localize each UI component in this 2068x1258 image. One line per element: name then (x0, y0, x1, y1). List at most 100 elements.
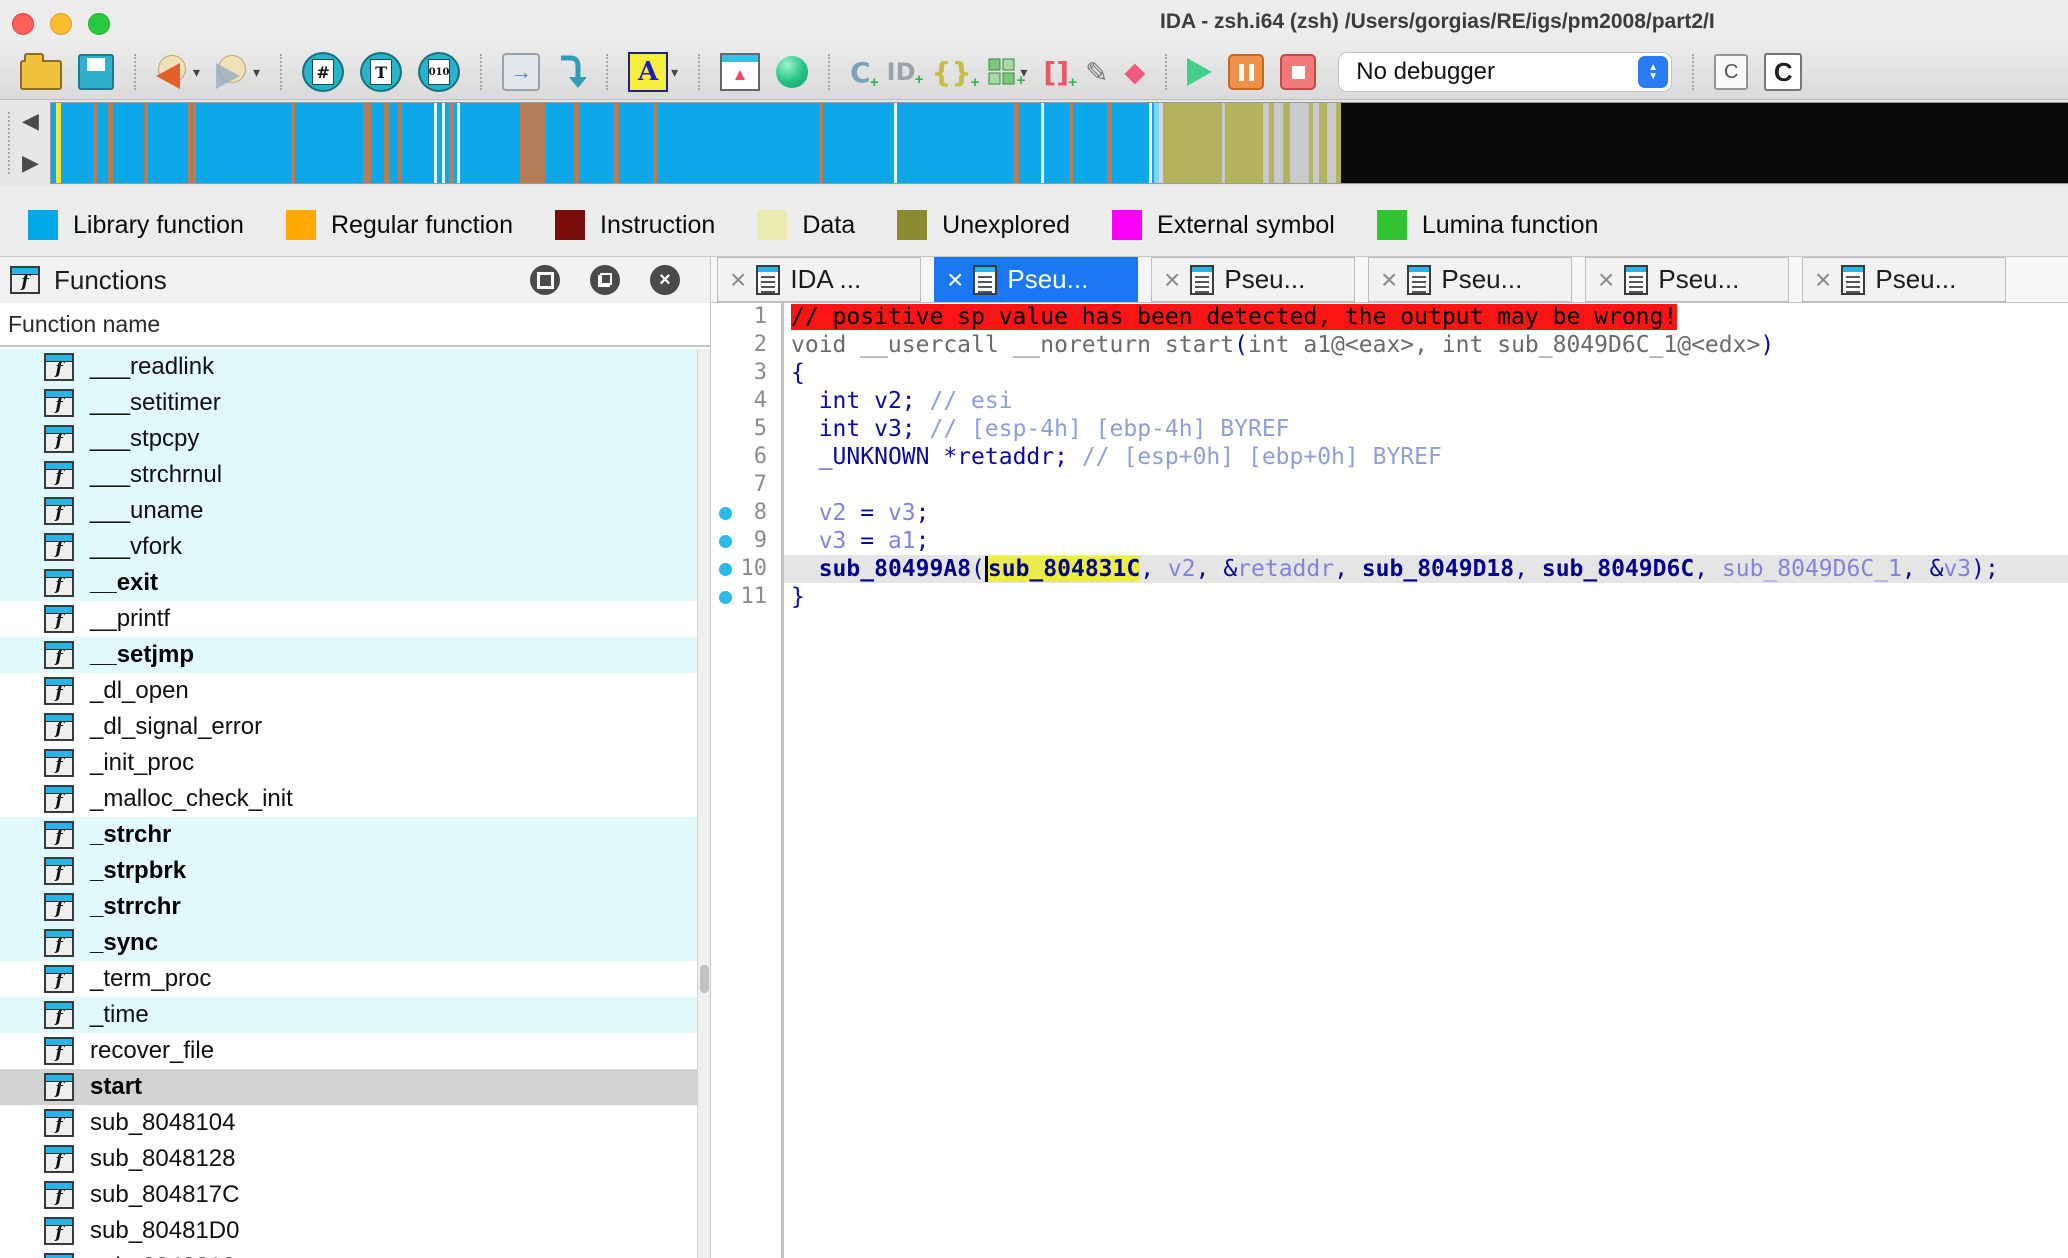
navband-segment[interactable] (520, 103, 546, 183)
navband-segment[interactable] (653, 103, 658, 183)
view-tab-0[interactable]: ×IDA ... (717, 257, 921, 302)
function-row[interactable]: f_strchr (0, 817, 697, 853)
dropdown-chevron-icon[interactable]: ▾ (193, 64, 200, 81)
code-line-text[interactable]: int v3; // [esp-4h] [ebp-4h] BYREF (784, 415, 2068, 443)
navband-segment[interactable] (1274, 103, 1283, 183)
code-line-text[interactable]: _UNKNOWN *retaddr; // [esp+0h] [ebp+0h] … (784, 443, 2068, 471)
view-tab-1[interactable]: ×Pseu... (934, 257, 1138, 302)
view-tab-4[interactable]: ×Pseu... (1585, 257, 1789, 302)
function-list-scrollbar[interactable] (697, 349, 711, 1258)
lumina-icon[interactable] (776, 50, 808, 94)
jump-binary-icon[interactable]: 010 (418, 50, 460, 94)
back-icon[interactable]: ▾ (156, 50, 200, 94)
navband-segment[interactable] (51, 103, 1159, 183)
navband-left-arrow-icon[interactable]: ◀ (22, 102, 48, 140)
function-row[interactable]: f_sync (0, 925, 697, 961)
function-row[interactable]: f_dl_signal_error (0, 709, 697, 745)
panel-close-button[interactable]: × (650, 265, 680, 295)
function-row[interactable]: fsub_8048104 (0, 1105, 697, 1141)
open-view-icon[interactable]: ▲ (720, 50, 760, 94)
navband-segment[interactable] (1163, 103, 1263, 183)
navband-segment[interactable] (398, 103, 402, 183)
navband-segment[interactable] (1013, 103, 1019, 183)
function-row[interactable]: f___vfork (0, 529, 697, 565)
close-window-button[interactable] (12, 13, 34, 35)
function-row[interactable]: fsub_804817C (0, 1177, 697, 1213)
navband-segment[interactable] (613, 103, 619, 183)
navband-segment[interactable] (457, 103, 460, 183)
jump-xref-icon[interactable] (556, 50, 586, 94)
navband-segment[interactable] (1283, 103, 1290, 183)
jump-name-icon[interactable]: T (360, 50, 402, 94)
navband-segment[interactable] (1341, 103, 2068, 183)
function-row[interactable]: fsub_80481D0 (0, 1213, 697, 1249)
function-row[interactable]: fstart (0, 1069, 697, 1105)
minimize-window-button[interactable] (50, 13, 72, 35)
navband-segment[interactable] (1149, 103, 1152, 183)
dropdown-chevron-icon[interactable]: ▾ (253, 64, 260, 81)
code-line-text[interactable]: void __usercall __noreturn start(int a1@… (784, 331, 2068, 359)
function-row[interactable]: f_strpbrk (0, 853, 697, 889)
rename-icon[interactable]: A▾ (628, 50, 678, 94)
function-name-column-header[interactable]: Function name (0, 303, 710, 347)
function-row[interactable]: fsub_8048212 (0, 1249, 697, 1258)
scrollbar-thumb[interactable] (700, 965, 709, 993)
code-line-text[interactable]: // positive sp value has been detected, … (784, 303, 2068, 331)
navband-segment[interactable] (1041, 103, 1044, 183)
code-line-text[interactable]: sub_80499A8(sub_804831C, v2, &retaddr, s… (784, 555, 2068, 583)
code-line-text[interactable]: int v2; // esi (784, 387, 2068, 415)
code-line-text[interactable]: } (784, 583, 2068, 611)
navigation-band[interactable] (50, 102, 2068, 184)
function-row[interactable]: frecover_file (0, 1033, 697, 1069)
navband-segment[interactable] (291, 103, 295, 183)
navband-segment[interactable] (1154, 103, 1159, 183)
function-row[interactable]: f___readlink (0, 349, 697, 385)
function-row[interactable]: fsub_8048128 (0, 1141, 697, 1177)
function-row[interactable]: f_dl_open (0, 673, 697, 709)
jump-operand-icon[interactable]: → (502, 50, 540, 94)
code-line-text[interactable]: v2 = v3; (784, 499, 2068, 527)
navband-right-arrow-icon[interactable]: ▶ (22, 144, 48, 182)
tab-close-icon[interactable]: × (1381, 266, 1397, 294)
quick-debug-icon[interactable]: C (1714, 50, 1748, 94)
view-tab-2[interactable]: ×Pseu... (1151, 257, 1355, 302)
navband-segment[interactable] (384, 103, 390, 183)
navband-segment[interactable] (144, 103, 148, 183)
forward-icon[interactable]: ▾ (216, 50, 260, 94)
function-row[interactable]: f___stpcpy (0, 421, 697, 457)
edit-icon[interactable]: ✎ (1085, 50, 1108, 94)
function-row[interactable]: f_time (0, 997, 697, 1033)
function-row[interactable]: f___setitimer (0, 385, 697, 421)
function-row[interactable]: f__setjmp (0, 637, 697, 673)
select-stepper-icon[interactable]: ▲▼ (1638, 56, 1668, 88)
tab-close-icon[interactable]: × (1164, 266, 1180, 294)
tab-close-icon[interactable]: × (1598, 266, 1614, 294)
navband-segment[interactable] (434, 103, 437, 183)
navband-segment[interactable] (819, 103, 823, 183)
create-function-icon[interactable]: C+ (850, 50, 871, 94)
navband-segment[interactable] (894, 103, 897, 183)
navband-segment[interactable] (363, 103, 371, 183)
function-row[interactable]: f_malloc_check_init (0, 781, 697, 817)
dropdown-chevron-icon[interactable]: ▾ (671, 64, 678, 81)
create-struct-icon[interactable]: {}+ (932, 50, 972, 94)
navband-segment[interactable] (1069, 103, 1073, 183)
create-array-icon[interactable]: []+ (1043, 50, 1069, 94)
open-file-icon[interactable] (20, 50, 62, 94)
breakpoint-icon[interactable]: ◆ (1124, 50, 1145, 94)
code-line-text[interactable]: { (784, 359, 2068, 387)
navband-segment[interactable] (574, 103, 579, 183)
view-tab-3[interactable]: ×Pseu... (1368, 257, 1572, 302)
start-process-icon[interactable] (1187, 50, 1212, 94)
navband-drag-handle[interactable] (8, 112, 10, 174)
panel-maximize-button[interactable] (530, 265, 560, 295)
navband-segment[interactable] (1107, 103, 1112, 183)
navband-segment[interactable] (1290, 103, 1309, 183)
tab-close-icon[interactable]: × (947, 266, 963, 294)
function-row[interactable]: f__exit (0, 565, 697, 601)
save-icon[interactable] (78, 50, 114, 94)
debugger-select[interactable]: No debugger▲▼ (1332, 50, 1672, 94)
navband-segment[interactable] (442, 103, 445, 183)
navband-segment[interactable] (108, 103, 113, 183)
navband-segment[interactable] (93, 103, 98, 183)
